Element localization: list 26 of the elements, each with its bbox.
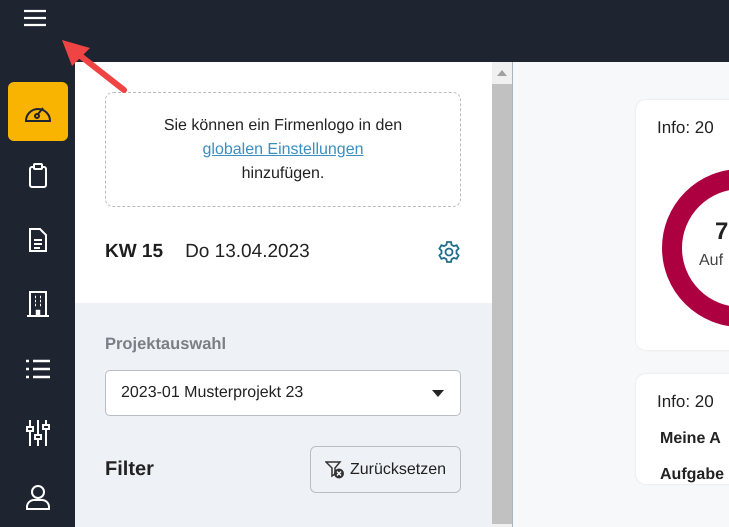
sliders-icon (26, 419, 50, 448)
filter-heading: Filter (105, 458, 154, 481)
card-row-label: Aufgabe (660, 466, 725, 484)
nav-item[interactable] (8, 82, 68, 142)
reset-button[interactable]: Zurücksetzen (310, 446, 461, 493)
clipboard-icon (28, 162, 48, 189)
card-title: Info: 20 (657, 392, 715, 412)
caret-icon (432, 390, 444, 396)
document-icon (28, 227, 48, 254)
menu-icon[interactable] (23, 9, 47, 27)
user-icon (26, 484, 50, 510)
annotation-arrow (60, 38, 130, 96)
donut-caption: Auf (699, 252, 724, 270)
settings-link[interactable]: globalen Einstellungen (202, 138, 364, 162)
building-icon (26, 290, 50, 318)
filter-clear-icon (324, 460, 345, 478)
project-dropdown[interactable]: 2023-01 Musterprojekt 23 (105, 370, 461, 416)
list-icon (24, 358, 50, 380)
card-row-label: Meine A (660, 430, 722, 448)
donut-count: 7 (715, 218, 728, 246)
settings-icon[interactable] (437, 240, 461, 264)
week-number: KW 15 (105, 241, 164, 263)
logo-notice: Sie können ein Firmenlogo in den globalen Einstellungen hinzufügen. (105, 92, 461, 207)
card-title: Info: 20 (657, 118, 715, 138)
field-label: Projektauswahl (105, 335, 228, 354)
current-date: Do 13.04.2023 (185, 241, 311, 263)
